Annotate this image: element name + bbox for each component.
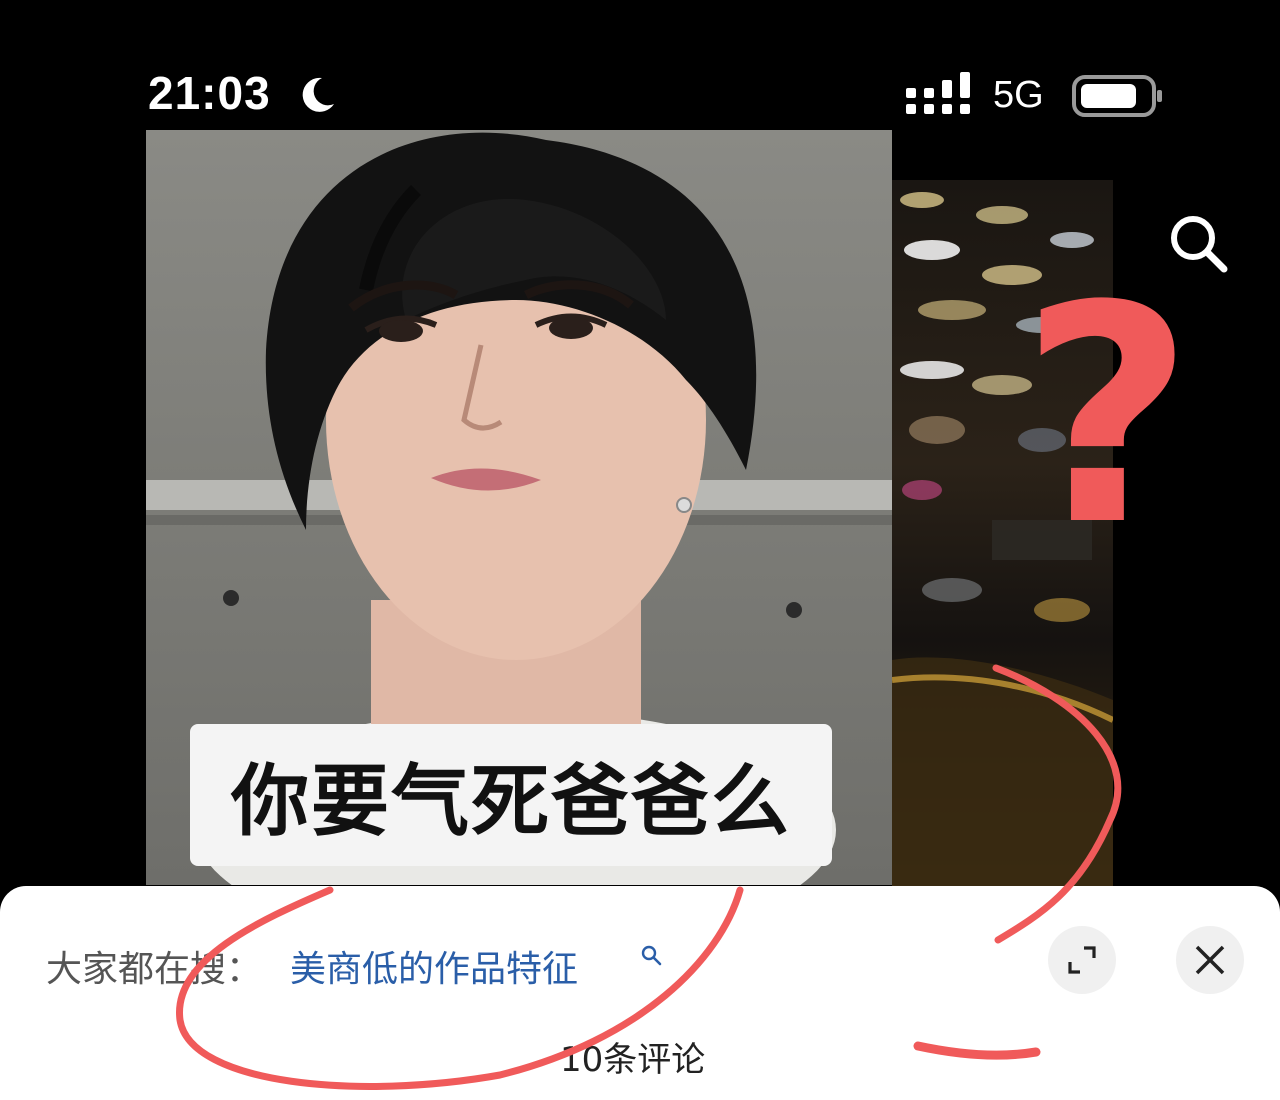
close-icon xyxy=(1195,945,1225,975)
expand-icon xyxy=(1068,946,1096,974)
video-thumbnail-side[interactable] xyxy=(892,180,1113,888)
signal-icon xyxy=(906,72,970,114)
trending-search-link[interactable]: 美商低的作品特征 xyxy=(290,940,578,992)
search-icon[interactable] xyxy=(1166,212,1232,274)
battery-icon xyxy=(1072,75,1162,117)
close-button[interactable] xyxy=(1176,926,1244,994)
expand-button[interactable] xyxy=(1048,926,1116,994)
moon-icon xyxy=(302,77,334,112)
night-street-image xyxy=(892,192,1113,888)
status-time: 21:03 xyxy=(148,67,271,119)
status-bar: 21:03 5G xyxy=(0,0,1280,130)
video-caption: 你要气死爸爸么 xyxy=(230,757,791,847)
search-small-icon[interactable] xyxy=(640,944,664,968)
network-type: 5G xyxy=(993,74,1044,116)
video-caption-box: 你要气死爸爸么 xyxy=(190,724,832,866)
trending-search-label: 大家都在搜： xyxy=(46,949,263,990)
comment-count[interactable]: 10条评论 xyxy=(560,1032,705,1081)
